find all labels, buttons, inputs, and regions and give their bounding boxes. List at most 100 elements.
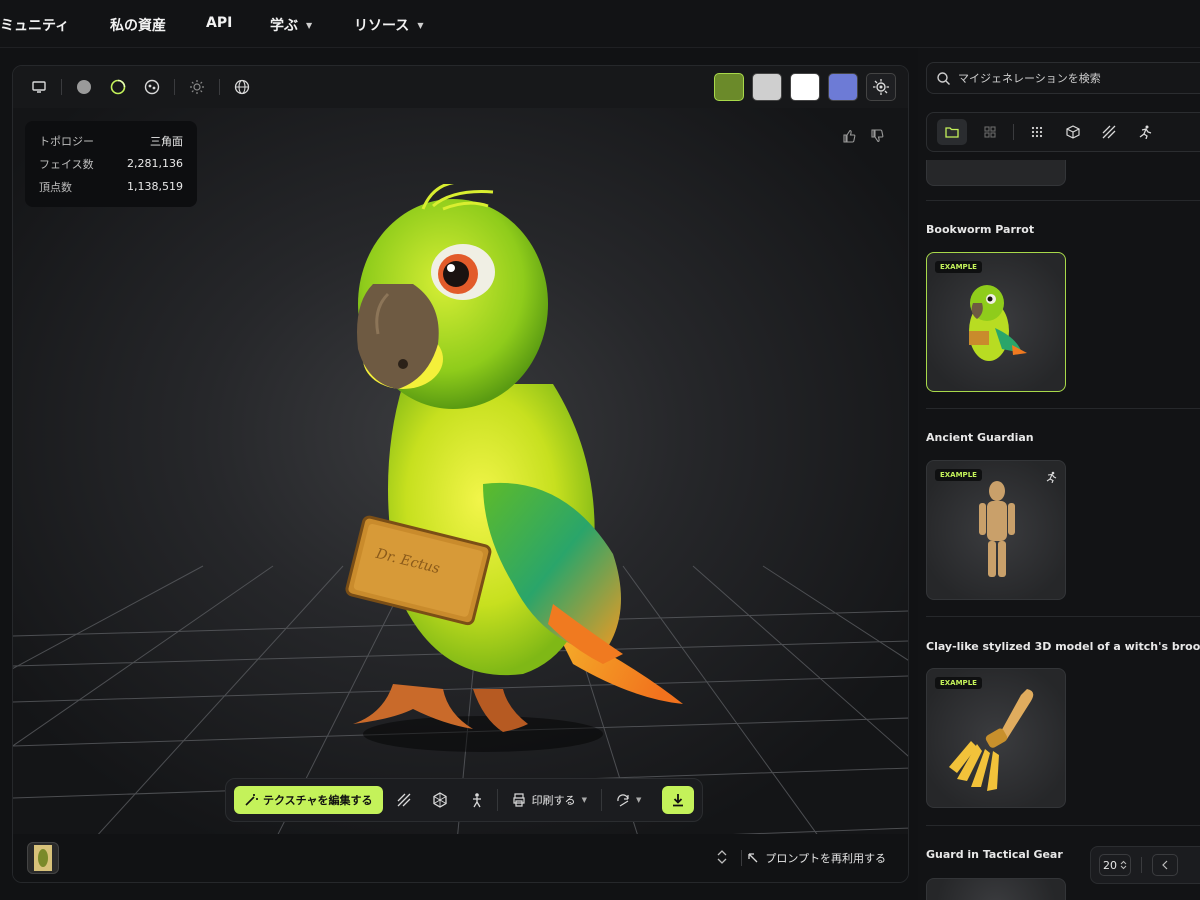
clay-sphere-icon[interactable]	[140, 75, 164, 99]
swatch-normal[interactable]	[828, 73, 858, 101]
footer-separator	[741, 850, 742, 866]
download-button[interactable]	[662, 786, 694, 814]
nav-my-assets-label: 私の資産	[110, 18, 166, 34]
folder-icon[interactable]	[937, 119, 967, 145]
pager-separator	[1141, 857, 1142, 873]
animation-icon[interactable]	[1132, 119, 1158, 145]
card-witch-broom[interactable]: EXAMPLE	[926, 668, 1066, 808]
chevron-down-icon: ▼	[635, 796, 642, 804]
nav-learn[interactable]: 学ぶ ▼	[270, 15, 312, 35]
edit-texture-label: テクスチャを編集する	[263, 794, 373, 807]
monitor-icon[interactable]	[27, 75, 51, 99]
dots-grid-icon[interactable]	[1024, 119, 1050, 145]
nav-resources-label: リソース	[354, 18, 410, 34]
swatch-base-color[interactable]	[714, 73, 744, 101]
scrolled-card-clip	[918, 160, 1200, 186]
card-guard-tactical[interactable]	[926, 878, 1066, 900]
arrow-up-left-icon	[748, 853, 758, 863]
search-icon	[937, 71, 950, 85]
stat-row-faces: フェイス数 2,281,136	[39, 152, 183, 175]
reuse-prompt-button[interactable]: プロンプトを再利用する	[747, 850, 886, 866]
nav-resources[interactable]: リソース ▼	[354, 15, 423, 35]
card-title: Bookworm Parrot	[926, 223, 1035, 236]
chevron-down-icon: ▼	[417, 20, 424, 30]
expand-icon[interactable]	[716, 848, 728, 870]
topology-stats: トポロジー 三角面 フェイス数 2,281,136 頂点数 1,138,519	[25, 121, 197, 207]
model-viewer[interactable]: トポロジー 三角面 フェイス数 2,281,136 頂点数 1,138,519	[12, 65, 909, 883]
example-badge: EXAMPLE	[935, 677, 982, 689]
nav-my-assets[interactable]: 私の資産	[110, 15, 166, 35]
stat-label: トポロジー	[39, 134, 94, 148]
toolbar-separator	[61, 79, 62, 95]
page-size-select[interactable]: 20	[1099, 854, 1131, 876]
filter-separator	[1013, 124, 1014, 140]
card-divider	[926, 408, 1200, 409]
rig-icon[interactable]	[461, 786, 491, 814]
chevron-down-icon: ▼	[306, 20, 313, 30]
action-separator	[600, 789, 602, 811]
nav-api[interactable]: API	[206, 15, 232, 31]
card-divider	[926, 825, 1200, 826]
stat-value: 1,138,519	[127, 180, 183, 193]
stat-row-vertices: 頂点数 1,138,519	[39, 175, 183, 198]
convert-icon	[617, 794, 629, 807]
action-separator	[496, 789, 498, 811]
reference-image-thumb[interactable]	[27, 842, 59, 874]
swatch-roughness[interactable]	[752, 73, 782, 101]
chevron-down-icon: ▼	[581, 796, 587, 804]
texture-tool-icon[interactable]	[389, 786, 419, 814]
printer-icon	[512, 793, 525, 807]
action-bar: テクスチャを編集する 印刷する ▼ ▼	[225, 778, 703, 822]
parrot-thumb-icon	[969, 285, 1027, 361]
nav-community[interactable]: ミュニティ	[0, 15, 69, 35]
prev-page-button[interactable]	[1152, 854, 1178, 876]
card-title: Clay-like stylized 3D model of a witch's…	[926, 640, 1200, 653]
texture-filter-icon[interactable]	[1096, 119, 1122, 145]
grid-view-icon[interactable]	[977, 119, 1003, 145]
print-label: 印刷する	[531, 794, 576, 807]
card-title: Guard in Tactical Gear	[926, 848, 1063, 861]
example-badge: EXAMPLE	[935, 261, 982, 273]
solid-sphere-icon[interactable]	[72, 75, 96, 99]
toolbar-separator	[174, 79, 175, 95]
broom-thumb-icon	[949, 689, 1034, 791]
swatch-metallic[interactable]	[790, 73, 820, 101]
cube-icon[interactable]	[1060, 119, 1086, 145]
feedback-buttons	[842, 128, 884, 147]
globe-icon[interactable]	[230, 75, 254, 99]
animation-icon	[1045, 468, 1057, 487]
viewer-footer: プロンプトを再利用する	[13, 834, 908, 882]
nav-community-label: ミュニティ	[0, 18, 70, 34]
search-input[interactable]: マイジェネレーションを検索	[926, 62, 1200, 94]
card-bookworm-parrot[interactable]: EXAMPLE	[926, 252, 1066, 392]
stat-value: 三角面	[150, 134, 183, 148]
light-icon[interactable]	[185, 75, 209, 99]
stat-label: 頂点数	[39, 180, 72, 194]
reuse-prompt-label: プロンプトを再利用する	[765, 852, 886, 865]
card-ancient-guardian[interactable]: EXAMPLE	[926, 460, 1066, 600]
stat-row-topology: トポロジー 三角面	[39, 129, 183, 152]
generations-panel: マイジェネレーションを検索 Bookworm Parrot EXAMPLE An…	[918, 48, 1200, 900]
chevron-left-icon	[1162, 860, 1168, 870]
print-button[interactable]: 印刷する ▼	[504, 792, 595, 808]
nav-api-label: API	[206, 15, 233, 31]
thumbs-up-icon[interactable]	[842, 128, 856, 147]
card-title: Ancient Guardian	[926, 431, 1034, 444]
magic-wand-icon	[245, 794, 258, 806]
search-placeholder: マイジェネレーションを検索	[958, 72, 1101, 85]
previous-card[interactable]	[926, 160, 1066, 186]
page-size-control: 20	[1090, 846, 1200, 884]
export-format-button[interactable]: ▼	[608, 793, 649, 807]
view-settings-icon[interactable]	[866, 73, 896, 101]
material-sphere-icon[interactable]	[106, 75, 130, 99]
remesh-icon[interactable]	[425, 786, 455, 814]
page-size-value: 20	[1103, 858, 1117, 872]
stat-label: フェイス数	[39, 157, 94, 171]
stat-value: 2,281,136	[127, 157, 183, 170]
download-icon	[673, 794, 683, 807]
edit-texture-button[interactable]: テクスチャを編集する	[234, 786, 383, 814]
toolbar-separator	[219, 79, 220, 95]
nav-learn-label: 学ぶ	[270, 18, 298, 34]
top-nav: ミュニティ 私の資産 API 学ぶ ▼ リソース ▼	[0, 0, 1200, 48]
thumbs-down-icon[interactable]	[870, 128, 884, 147]
